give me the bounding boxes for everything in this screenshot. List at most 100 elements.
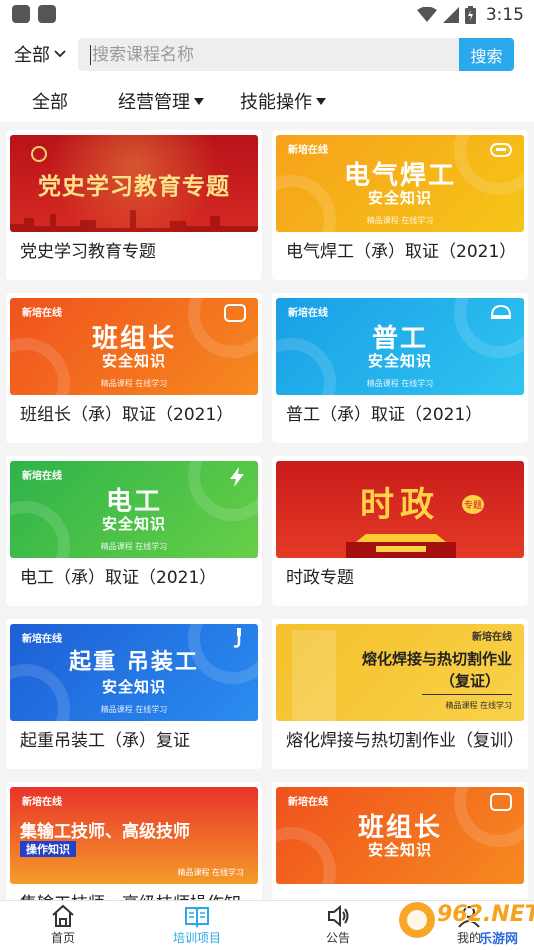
thumb-title: 熔化焊接与热切割作业 (361, 650, 512, 668)
thumb-brand: 新培在线 (288, 797, 328, 808)
search-input-box[interactable] (78, 38, 459, 71)
thumb-brand: 新培在线 (472, 632, 512, 643)
course-title: 集输工技师、高级技师操作知 (20, 892, 254, 900)
course-card[interactable]: 时政 专题 时政专题 (272, 456, 528, 606)
search-bar: 全部 搜索 (0, 30, 534, 78)
thumb-brand: 新培在线 (22, 471, 62, 482)
nav-training[interactable]: 培训项目 (152, 903, 242, 946)
thumb-subtitle: 安全知识 (367, 352, 432, 370)
thumb-title: 时政 (360, 485, 440, 525)
thumb-footer: 精品课程 在线学习 (100, 542, 168, 551)
course-card[interactable]: 新培在线 集输工技师、高级技师 操作知识 精品课程 在线学习 集输工技师、高级技… (6, 782, 262, 900)
thumb-tag: 专题 (462, 495, 485, 514)
thumb-title: 党史学习教育专题 (38, 174, 230, 200)
category-filters: 全部 经营管理 技能操作 (0, 78, 534, 122)
thumb-brand: 新培在线 (22, 797, 62, 808)
filter-label: 技能操作 (240, 92, 312, 113)
thumb-footer: 精品课程 在线学习 (100, 379, 168, 388)
status-time: 3:15 (485, 5, 524, 25)
thumb-brand: 新培在线 (288, 308, 328, 319)
course-thumbnail: 新培在线 起重 吊装工 安全知识 精品课程 在线学习 (10, 624, 258, 721)
thumb-brand: 新培在线 (288, 145, 328, 156)
search-button[interactable]: 搜索 (459, 38, 514, 71)
filter-label: 全部 (32, 92, 68, 113)
star-badge-icon (490, 793, 512, 811)
welding-mask-icon (490, 143, 512, 157)
course-title: 普工（承）取证（2021） (286, 405, 483, 425)
worker-helmet-icon (490, 304, 512, 319)
lightning-icon (230, 467, 244, 487)
course-thumbnail: 时政 专题 (276, 461, 524, 558)
course-card[interactable]: 新培在线 电工 安全知识 精品课程 在线学习 电工（承）取证（2021） (6, 456, 262, 606)
thumb-footer: 精品课程 在线学习 (100, 705, 168, 714)
dropdown-triangle-icon (316, 97, 326, 105)
thumb-footer: 精品课程 在线学习 (366, 216, 434, 225)
notification-icon (12, 5, 30, 23)
tiananmen-illustration (346, 534, 456, 558)
thumb-brand: 新培在线 (22, 308, 62, 319)
thumb-title: 集输工技师、高级技师 (20, 822, 190, 842)
city-skyline (10, 210, 258, 232)
course-thumbnail: 新培在线 熔化焊接与热切割作业 （复证） 精品课程 在线学习 (276, 624, 524, 721)
course-thumbnail: 新培在线 班组长 安全知识 (276, 787, 524, 884)
thumb-brand: 新培在线 (22, 634, 62, 645)
scope-dropdown[interactable]: 全部 (14, 41, 66, 67)
home-icon (52, 904, 74, 927)
status-bar: 3:15 (0, 0, 534, 30)
course-title: 起重吊装工（承）复证 (20, 731, 190, 751)
thumb-footer: 精品课程 在线学习 (177, 868, 244, 877)
course-grid: 党史学习教育专题 党史学习教育专题 新培在线 电气焊工 安全知识 精品课程 在线… (0, 130, 534, 900)
course-title: 电工（承）取证（2021） (20, 568, 217, 588)
course-thumbnail: 新培在线 普工 安全知识 精品课程 在线学习 (276, 298, 524, 395)
course-card[interactable]: 新培在线 班组长 安全知识 (272, 782, 528, 900)
watermark-text: 962.NET (437, 902, 534, 927)
nav-announcements[interactable]: 公告 (293, 903, 383, 946)
course-title: 党史学习教育专题 (20, 242, 156, 262)
nav-label: 首页 (50, 931, 75, 945)
filter-all[interactable]: 全部 (32, 88, 68, 114)
filter-management[interactable]: 经营管理 (118, 88, 204, 114)
thumb-subtitle: 安全知识 (101, 352, 166, 370)
course-card[interactable]: 党史学习教育专题 党史学习教育专题 (6, 130, 262, 280)
filter-label: 经营管理 (118, 92, 190, 113)
nav-label: 公告 (325, 931, 350, 945)
thumb-subtitle: 安全知识 (367, 189, 432, 207)
nav-home[interactable]: 首页 (18, 903, 108, 946)
course-card[interactable]: 新培在线 熔化焊接与热切割作业 （复证） 精品课程 在线学习 熔化焊接与热切割作… (272, 619, 528, 769)
nav-label: 培训项目 (172, 931, 221, 945)
wifi-icon (416, 7, 437, 22)
course-card[interactable]: 新培在线 电气焊工 安全知识 精品课程 在线学习 电气焊工（承）取证（2021） (272, 130, 528, 280)
course-title: 时政专题 (286, 568, 354, 588)
star-badge-icon (224, 304, 246, 322)
course-card[interactable]: 新培在线 起重 吊装工 安全知识 精品课程 在线学习 起重吊装工（承）复证 (6, 619, 262, 769)
course-thumbnail: 新培在线 集输工技师、高级技师 操作知识 精品课程 在线学习 (10, 787, 258, 884)
crane-hook-icon (233, 628, 241, 648)
thumb-title: 起重 吊装工 (69, 650, 199, 675)
thumb-footer: 精品课程 在线学习 (366, 379, 434, 388)
course-thumbnail: 党史学习教育专题 (10, 135, 258, 232)
speaker-icon (328, 904, 349, 928)
thumb-subtitle: 安全知识 (367, 841, 432, 859)
course-card[interactable]: 新培在线 普工 安全知识 精品课程 在线学习 普工（承）取证（2021） (272, 293, 528, 443)
course-card[interactable]: 新培在线 班组长 安全知识 精品课程 在线学习 班组长（承）取证（2021） (6, 293, 262, 443)
text-cursor (90, 45, 91, 65)
dropdown-triangle-icon (194, 97, 204, 105)
site-watermark: 962.NET 乐游网 (393, 898, 534, 950)
chevron-down-icon (54, 50, 66, 58)
thumb-subtitle: 安全知识 (101, 678, 166, 696)
party-emblem-icon (31, 146, 47, 162)
course-thumbnail: 新培在线 班组长 安全知识 精品课程 在线学习 (10, 298, 258, 395)
search-input[interactable] (78, 38, 459, 71)
course-title: 电气焊工（承）取证（2021） (286, 242, 517, 262)
course-title: 班组长（承）取证（2021） (20, 405, 234, 425)
notification-icon (38, 5, 56, 23)
thumb-subtitle: 操作知识 (20, 841, 76, 857)
course-thumbnail: 新培在线 电气焊工 安全知识 精品课程 在线学习 (276, 135, 524, 232)
thumb-footer: 精品课程 在线学习 (445, 701, 512, 710)
thumb-subtitle: （复证） (439, 672, 500, 690)
battery-icon (464, 6, 476, 24)
course-thumbnail: 新培在线 电工 安全知识 精品课程 在线学习 (10, 461, 258, 558)
book-icon (185, 907, 209, 929)
filter-skills[interactable]: 技能操作 (240, 88, 326, 114)
scope-label: 全部 (14, 45, 50, 66)
